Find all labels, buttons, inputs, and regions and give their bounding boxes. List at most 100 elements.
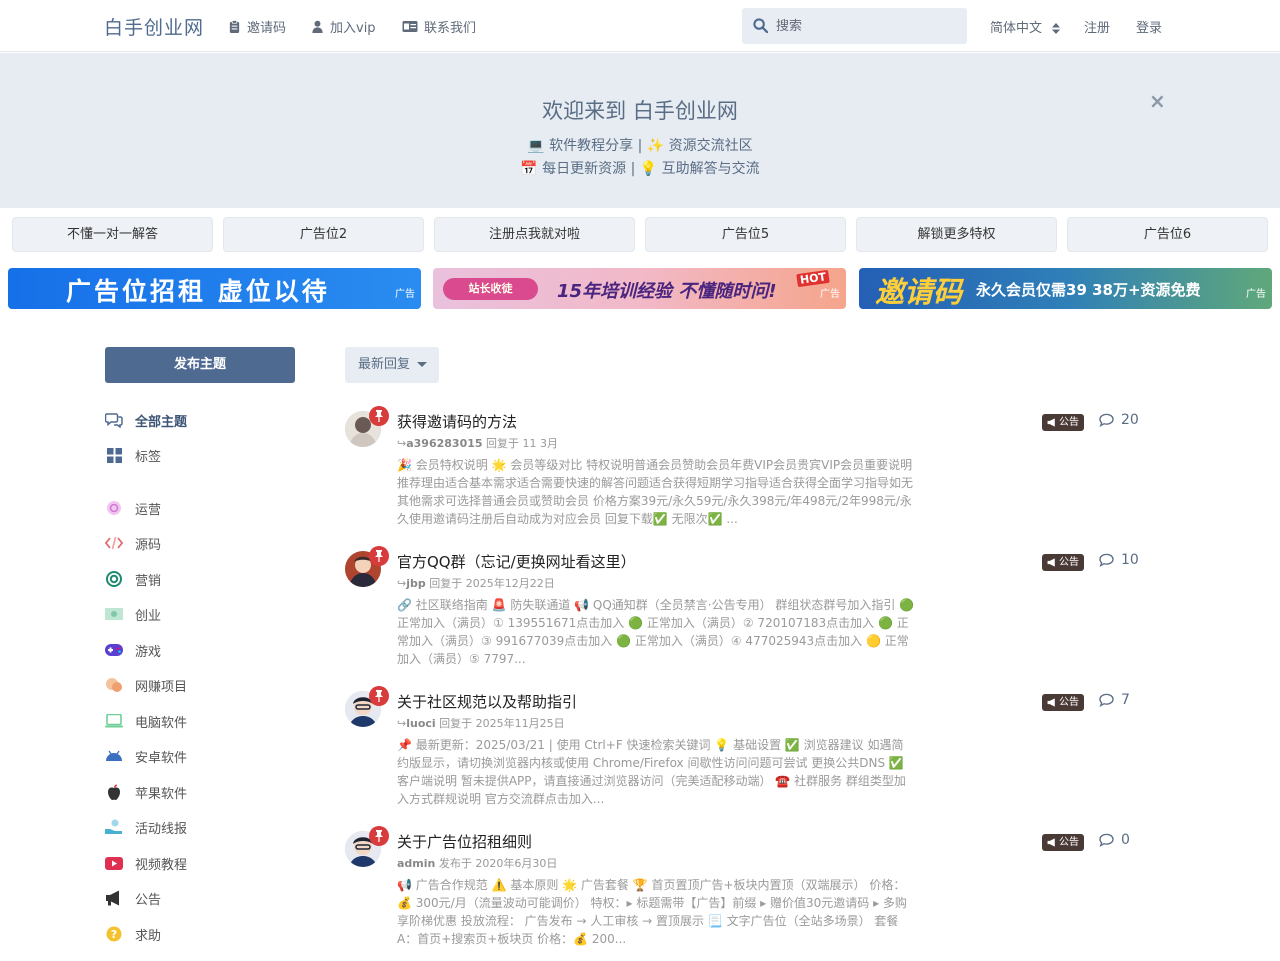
ad-slot-1[interactable]: 不懂一对一解答 [12,217,213,252]
cog-icon [107,501,121,515]
sort-dropdown[interactable]: 最新回复 [345,347,439,383]
sidebar-item-pc-software[interactable]: 电脑软件 [105,710,187,732]
reply-count: 20 [1099,412,1139,428]
nav-invite-code[interactable]: 邀请码 [228,17,286,36]
comments-icon [105,413,123,428]
comment-icon [1099,553,1114,567]
tag-badge[interactable]: 公告 [1042,554,1084,571]
caret-down-icon [417,362,427,367]
ad-slot-4[interactable]: 广告位5 [645,217,846,252]
banner-ad-tag: 广告 [820,289,840,300]
sidebar-item-label: 创业 [135,608,162,624]
megaphone-icon [1047,558,1055,567]
banner-invite-title: 邀请码 [875,275,963,309]
language-label: 简体中文 [990,21,1043,36]
search-input[interactable] [776,16,956,36]
banner-training-text: 15年培训经验 不懂随时问! [557,281,777,302]
reply-count: 0 [1099,832,1130,848]
ad-slot-5[interactable]: 解锁更多特权 [856,217,1057,252]
sidebar-item-marketing[interactable]: 营销 [105,568,161,590]
nav-join-vip-label: 加入vip [330,21,376,36]
comment-icon [1099,413,1114,427]
money-icon [105,608,123,620]
topic-item[interactable]: 关于社区规范以及帮助指引 ↪luoci 回复于 2025年11月25日 📌 最新… [345,686,1145,821]
banner-ad-training[interactable]: 站长收徒 15年培训经验 不懂随时问! HOT 广告 [433,268,846,309]
sidebar-item-help[interactable]: ? 求助 [105,923,161,945]
reply-count-value: 7 [1121,692,1130,708]
reply-count: 7 [1099,692,1130,708]
banner-training-label: 站长收徒 [443,278,538,300]
sidebar-item-activity-news[interactable]: 活动线报 [105,816,187,838]
banner-invite-sub: 永久会员仅需39 38万+资源免费 [976,281,1201,299]
topic-meta: ↪a396283015 回复于 11 3月 [397,435,558,451]
apple-icon [108,784,120,800]
topic-user[interactable]: jbp [406,577,426,590]
ad-slot-2[interactable]: 广告位2 [223,217,424,252]
topic-user[interactable]: a396283015 [406,437,482,450]
nav-contact-us-label: 联系我们 [424,21,477,36]
sidebar-item-label: 网赚项目 [135,679,188,695]
ad-slot-3[interactable]: 注册点我就对啦 [434,217,635,252]
sidebar-item-android-software[interactable]: 安卓软件 [105,745,187,767]
sidebar-item-label: 电脑软件 [135,715,188,731]
sidebar-item-announcements[interactable]: 公告 [105,887,161,909]
tag-badge[interactable]: 公告 [1042,834,1084,851]
sidebar-item-games[interactable]: 游戏 [105,639,161,661]
android-icon [106,750,122,761]
banner-rent-text: 广告位招租 虚位以待 [66,277,330,306]
post-topic-button[interactable]: 发布主题 [105,347,295,383]
pin-icon [369,546,389,566]
topic-title[interactable]: 关于社区规范以及帮助指引 [397,691,577,712]
sidebar-item-tags[interactable]: 标签 [105,444,161,466]
clipboard-icon [229,20,240,33]
sidebar-item-online-earning[interactable]: 网赚项目 [105,674,187,696]
sidebar-item-startup[interactable]: 创业 [105,603,161,625]
sidebar-item-video-tutorials[interactable]: 视频教程 [105,852,187,874]
pin-icon [369,826,389,846]
reply-count-value: 10 [1121,552,1139,568]
topic-meta: ↪jbp 回复于 2025年12月22日 [397,575,555,591]
tag-label: 公告 [1059,837,1079,848]
sidebar-item-apple-software[interactable]: 苹果软件 [105,781,187,803]
topic-title[interactable]: 获得邀请码的方法 [397,411,517,432]
site-brand[interactable]: 白手创业网 [104,13,204,40]
svg-text:?: ? [111,928,117,941]
language-selector[interactable]: 简体中文 [990,17,1061,36]
nav-contact-us[interactable]: 联系我们 [402,17,476,36]
hero-close-button[interactable]: × [1149,89,1166,113]
sidebar-item-operations[interactable]: 运营 [105,497,161,519]
topic-item[interactable]: 关于广告位招租细则 admin 发布于 2020年6月30日 📢 广告合作规范 … [345,826,1145,961]
register-link[interactable]: 注册 [1084,17,1110,36]
nav-join-vip[interactable]: 加入vip [311,17,376,36]
topic-title[interactable]: 官方QQ群（忘记/更换网址看这里） [397,551,636,572]
topic-action: 回复于 11 3月 [486,437,559,450]
top-header: 白手创业网 邀请码 加入vip 联系我们 简体中文 注册 登录 [0,0,1280,52]
reply-icon: ↪ [397,717,407,730]
topic-title[interactable]: 关于广告位招租细则 [397,831,532,852]
tag-label: 公告 [1059,417,1079,428]
topic-item[interactable]: 获得邀请码的方法 ↪a396283015 回复于 11 3月 🎉 会员特权说明 … [345,406,1145,541]
topic-user[interactable]: luoci [406,717,435,730]
reply-count-value: 20 [1121,412,1139,428]
target-icon [106,571,122,587]
tag-badge[interactable]: 公告 [1042,414,1084,431]
topic-user[interactable]: admin [397,857,435,870]
search-box[interactable] [742,8,967,44]
sort-caret-icon [1052,23,1061,34]
topic-action: 发布于 2020年6月30日 [438,857,558,870]
banner-ad-invite[interactable]: 邀请码 永久会员仅需39 38万+资源免费 广告 [859,268,1272,309]
tag-label: 公告 [1059,557,1079,568]
topic-item[interactable]: 官方QQ群（忘记/更换网址看这里） ↪jbp 回复于 2025年12月22日 🔗… [345,546,1145,681]
ad-slot-6[interactable]: 广告位6 [1067,217,1268,252]
banner-ad-rent[interactable]: 广告位招租 虚位以待 广告 [8,268,421,309]
sidebar-item-all-topics[interactable]: 全部主题 [105,409,187,431]
tag-badge[interactable]: 公告 [1042,694,1084,711]
code-icon [105,536,123,550]
sidebar-item-source-code[interactable]: 源码 [105,532,161,554]
topic-excerpt: 📢 广告合作规范 ⚠️ 基本原则 🌟 广告套餐 🏆 首页置顶广告+板块内置顶（双… [397,878,907,946]
login-link[interactable]: 登录 [1136,17,1162,36]
topic-meta: admin 发布于 2020年6月30日 [397,855,557,871]
comment-icon [1099,693,1114,707]
welcome-hero: 欢迎来到 白手创业网 💻 软件教程分享 | ✨ 资源交流社区 📅 每日更新资源 … [0,53,1280,208]
topic-excerpt: 🎉 会员特权说明 🌟 会员等级对比 特权说明普通会员赞助会员年费VIP会员贵宾V… [397,458,914,526]
